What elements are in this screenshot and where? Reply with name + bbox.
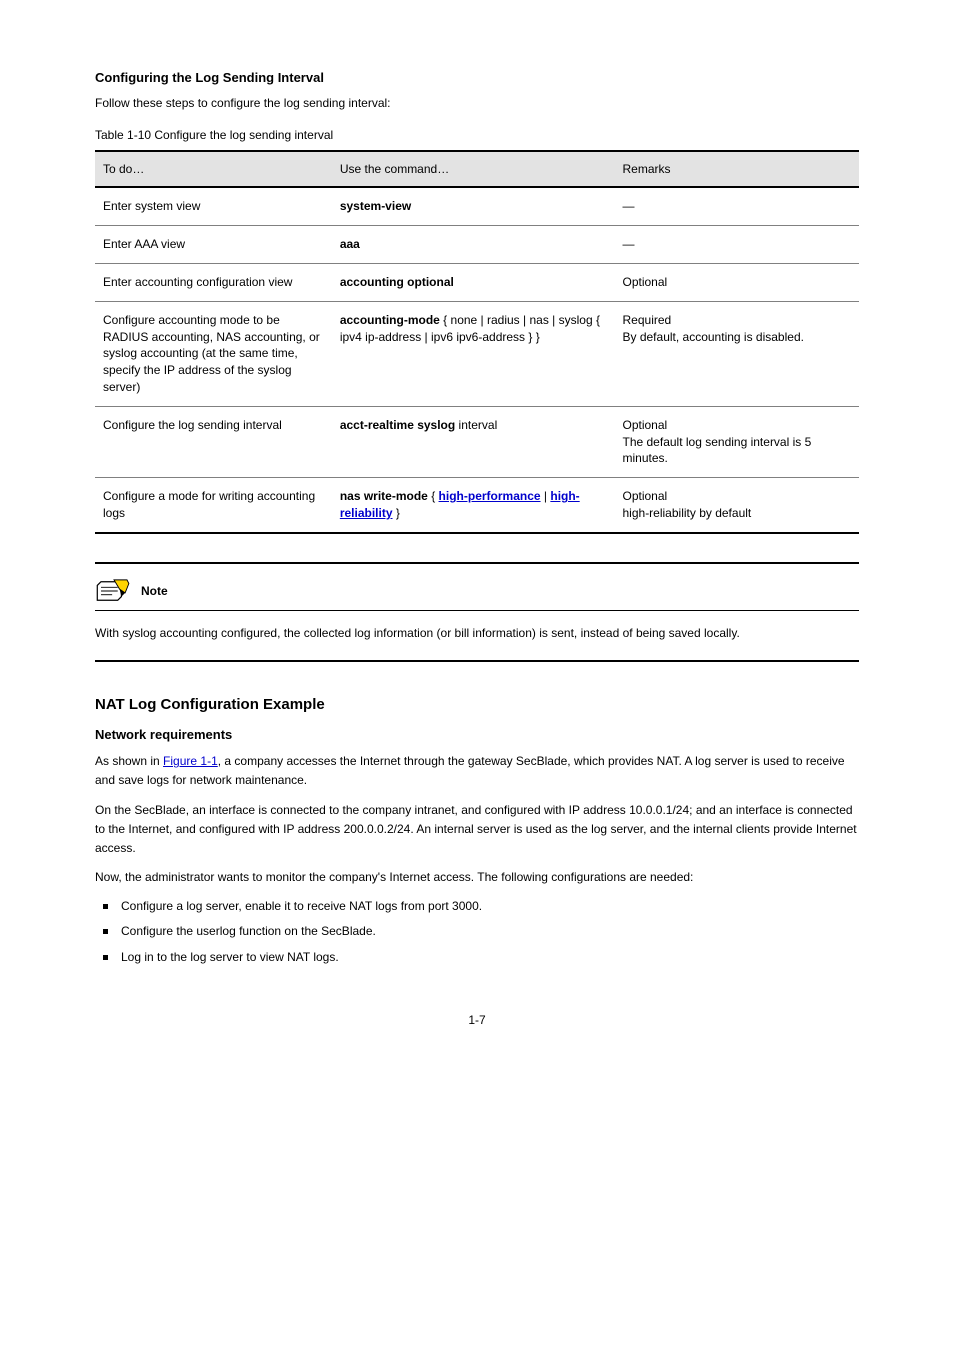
cmd-option-high-performance[interactable]: high-performance [439, 489, 541, 503]
network-requirements-title: Network requirements [95, 727, 859, 742]
table-row: Configure accounting mode to be RADIUS a… [95, 301, 859, 406]
config-table: To do… Use the command… Remarks Enter sy… [95, 150, 859, 533]
cell-todo: Configure accounting mode to be RADIUS a… [95, 301, 332, 406]
note-header: Note [95, 578, 859, 604]
table-header-todo: To do… [95, 151, 332, 187]
cell-todo: Configure a mode for writing accounting … [95, 478, 332, 533]
note-icon [95, 578, 133, 604]
note-label: Note [141, 584, 168, 598]
cell-remarks: — [615, 226, 860, 264]
table-caption: Table 1-10 Configure the log sending int… [95, 128, 859, 142]
list-item: Configure the userlog function on the Se… [121, 922, 859, 941]
cmd-keyword: accounting-mode [340, 313, 440, 327]
table-header-command: Use the command… [332, 151, 615, 187]
cell-remarks: — [615, 187, 860, 225]
cell-remarks: Required By default, accounting is disab… [615, 301, 860, 406]
cell-command: system-view [332, 187, 615, 225]
cmd-keyword: system-view [340, 199, 411, 213]
cell-command: acct-realtime syslog interval [332, 406, 615, 477]
table-row: Configure a mode for writing accounting … [95, 478, 859, 533]
table-row: Enter AAA view aaa — [95, 226, 859, 264]
table-header-remarks: Remarks [615, 151, 860, 187]
cell-command: accounting optional [332, 263, 615, 301]
cell-todo: Enter system view [95, 187, 332, 225]
cmd-args: interval [455, 418, 497, 432]
table-row: Enter accounting configuration view acco… [95, 263, 859, 301]
paragraph: As shown in Figure 1-1, a company access… [95, 752, 859, 790]
cell-remarks: Optional [615, 263, 860, 301]
intro-text: Follow these steps to configure the log … [95, 95, 859, 112]
list-item: Log in to the log server to view NAT log… [121, 948, 859, 967]
cmd-args: { [428, 489, 439, 503]
cell-command: nas write-mode { high-performance | high… [332, 478, 615, 533]
cmd-keyword: acct-realtime syslog [340, 418, 455, 432]
subsection-title: Configuring the Log Sending Interval [95, 70, 859, 85]
cell-todo: Enter accounting configuration view [95, 263, 332, 301]
cell-command: accounting-mode { none | radius | nas | … [332, 301, 615, 406]
cmd-keyword: aaa [340, 237, 360, 251]
section-title: NAT Log Configuration Example [95, 696, 859, 713]
cell-todo: Configure the log sending interval [95, 406, 332, 477]
paragraph: Now, the administrator wants to monitor … [95, 868, 859, 887]
cell-todo: Enter AAA view [95, 226, 332, 264]
cmd-keyword: nas write-mode [340, 489, 428, 503]
divider [95, 610, 859, 611]
note-body: With syslog accounting configured, the c… [95, 625, 859, 642]
cmd-keyword: accounting optional [340, 275, 454, 289]
table-header-row: To do… Use the command… Remarks [95, 151, 859, 187]
table-row: Enter system view system-view — [95, 187, 859, 225]
list-item: Configure a log server, enable it to rec… [121, 897, 859, 916]
cmd-args: | [541, 489, 551, 503]
note-block: Note With syslog accounting configured, … [95, 562, 859, 662]
cell-remarks: Optional high-reliability by default [615, 478, 860, 533]
cell-remarks: Optional The default log sending interva… [615, 406, 860, 477]
cell-command: aaa [332, 226, 615, 264]
table-row: Configure the log sending interval acct-… [95, 406, 859, 477]
paragraph: On the SecBlade, an interface is connect… [95, 801, 859, 859]
paragraph-text: As shown in [95, 754, 163, 768]
figure-link[interactable]: Figure 1-1 [163, 754, 218, 768]
bullet-list: Configure a log server, enable it to rec… [95, 897, 859, 967]
cmd-args: } [393, 506, 400, 520]
page-number: 1-7 [95, 1013, 859, 1027]
